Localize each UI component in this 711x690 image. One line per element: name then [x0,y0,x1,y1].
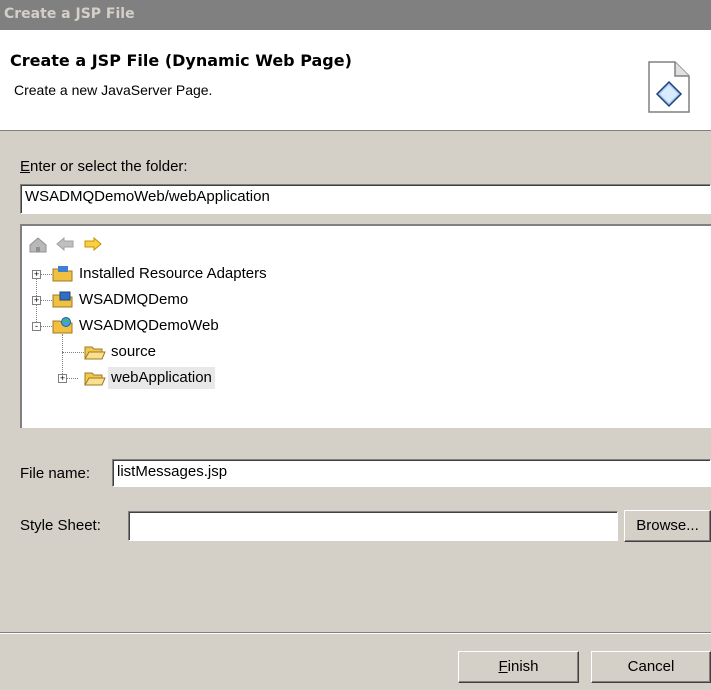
cancel-button[interactable]: Cancel [591,651,711,683]
tree-node-installed-resource-adapters[interactable]: Installed Resource Adapters [76,263,270,285]
title-bar: Create a JSP File [0,0,711,30]
page-title: Create a JSP File (Dynamic Web Page) [10,51,352,70]
expand-toggle[interactable]: + [32,296,41,305]
page-description: Create a new JavaServer Page. [14,82,213,98]
tree-node-webapplication[interactable]: webApplication [108,367,215,389]
wizard-banner: Create a JSP File (Dynamic Web Page) Cre… [0,30,711,131]
folder-tree[interactable]: + Installed Resource Adapters + WSADMQDe… [20,224,711,428]
project-folder-icon [52,266,73,282]
finish-button[interactable]: Finish [458,651,579,683]
forward-arrow-icon[interactable] [84,237,102,251]
folder-input[interactable]: WSADMQDemoWeb/webApplication [20,184,711,214]
folder-label: Enter or select the folder: [20,158,188,175]
folder-icon [84,372,106,386]
browse-button[interactable]: Browse... [624,510,711,542]
wizard-page-icon [648,61,690,113]
tree-node-wsadmqdemoweb[interactable]: WSADMQDemoWeb [76,315,222,337]
button-separator [0,632,711,634]
back-arrow-icon[interactable] [56,237,74,251]
expand-toggle[interactable]: + [32,270,41,279]
file-name-input[interactable]: listMessages.jsp [112,459,711,487]
collapse-toggle[interactable]: - [32,322,41,331]
style-sheet-input[interactable] [128,511,618,541]
web-project-icon [52,317,73,334]
tree-node-source[interactable]: source [108,341,159,363]
expand-toggle[interactable]: + [58,374,67,383]
tree-node-wsadmqdemo[interactable]: WSADMQDemo [76,289,191,311]
window-title: Create a JSP File [4,6,135,22]
home-icon[interactable] [28,236,48,254]
folder-icon [84,346,106,360]
file-name-label: File name: [20,465,91,482]
style-sheet-label: Style Sheet: [20,517,101,534]
ear-project-icon [52,291,73,308]
